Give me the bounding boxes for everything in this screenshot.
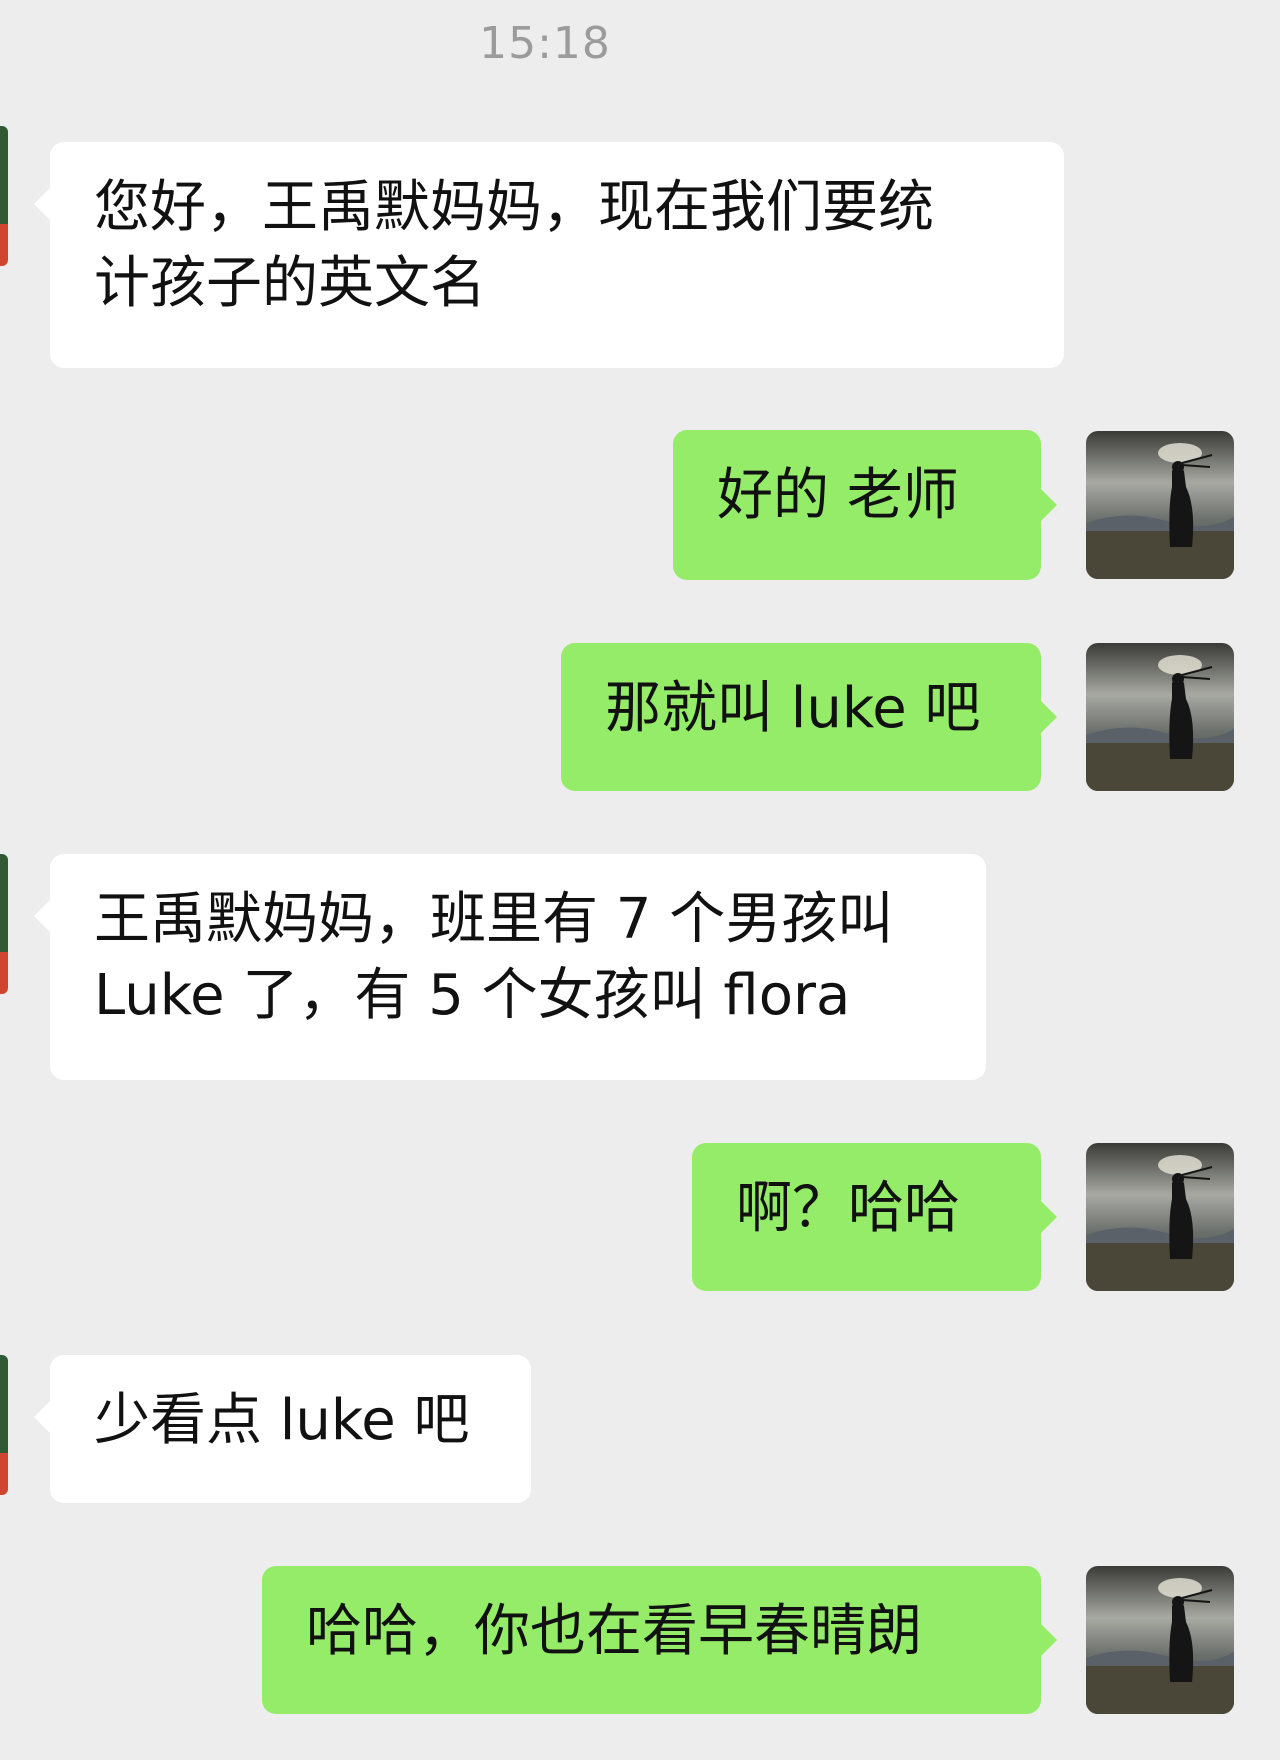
outgoing-message-bubble[interactable]: 好的 老师 <box>673 430 1057 580</box>
bubble-tail <box>34 1399 52 1435</box>
bubble-tail <box>1039 699 1057 735</box>
self-avatar[interactable] <box>1086 431 1234 579</box>
silhouette-photo-avatar-icon <box>1086 431 1234 579</box>
self-avatar[interactable] <box>1086 1143 1234 1291</box>
message-text: 少看点 luke 吧 <box>94 1388 470 1453</box>
bubble-tail <box>1039 487 1057 523</box>
message-text: 好的 老师 <box>717 463 959 528</box>
bubble-tail <box>1039 1199 1057 1235</box>
message-text: 您好，王禹默妈妈，现在我们要统 计孩子的英文名 <box>94 175 934 316</box>
message-text: 哈哈，你也在看早春晴朗 <box>306 1599 922 1664</box>
outgoing-message-bubble[interactable]: 啊？哈哈 <box>692 1143 1057 1291</box>
message-text: 啊？哈哈 <box>736 1176 960 1241</box>
outgoing-message-bubble[interactable]: 那就叫 luke 吧 <box>561 643 1057 791</box>
incoming-message-bubble[interactable]: 少看点 luke 吧 <box>34 1355 531 1503</box>
message-text: 那就叫 luke 吧 <box>605 676 981 741</box>
bubble-tail <box>34 898 52 934</box>
silhouette-photo-avatar-icon <box>1086 643 1234 791</box>
silhouette-photo-avatar-icon <box>1086 1143 1234 1291</box>
contact-avatar[interactable] <box>0 1355 8 1495</box>
contact-avatar[interactable] <box>0 854 8 994</box>
message-timestamp: 15:18 <box>479 18 611 69</box>
incoming-message-bubble[interactable]: 王禹默妈妈，班里有 7 个男孩叫 Luke 了，有 5 个女孩叫 flora <box>34 854 986 1080</box>
bubble-tail <box>34 186 52 222</box>
bubble-tail <box>1039 1622 1057 1658</box>
self-avatar[interactable] <box>1086 643 1234 791</box>
self-avatar[interactable] <box>1086 1566 1234 1714</box>
contact-avatar[interactable] <box>0 126 8 266</box>
outgoing-message-bubble[interactable]: 哈哈，你也在看早春晴朗 <box>262 1566 1057 1714</box>
message-text: 王禹默妈妈，班里有 7 个男孩叫 Luke 了，有 5 个女孩叫 flora <box>94 887 894 1028</box>
silhouette-photo-avatar-icon <box>1086 1566 1234 1714</box>
incoming-message-bubble[interactable]: 您好，王禹默妈妈，现在我们要统 计孩子的英文名 <box>34 142 1064 368</box>
chat-screen: 15:18 您好，王禹默妈妈，现在我们要统 计孩子的英文名 好的 老师 那就叫 … <box>0 0 1280 1760</box>
